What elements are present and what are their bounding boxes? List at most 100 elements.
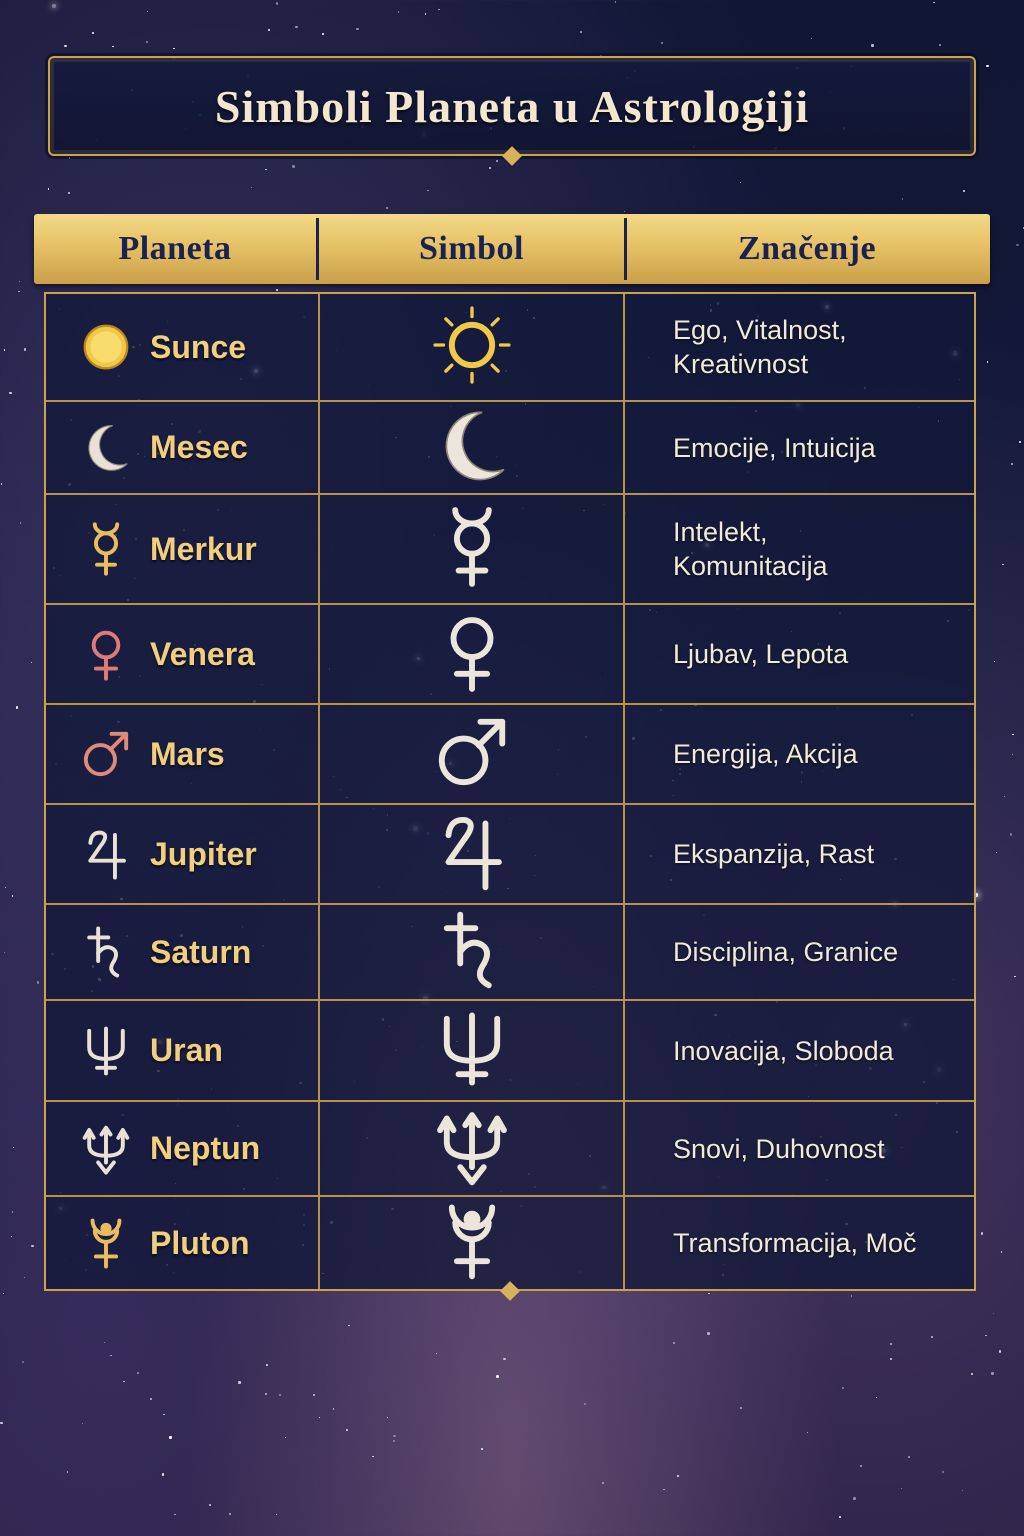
star [1011,753,1014,756]
planet-name: Neptun [150,1130,261,1166]
star [889,1357,893,1360]
star [15,706,19,709]
meaning-text: Energija, Akcija [673,737,858,771]
table-row: Pluton Transformacija, Moč [46,1195,974,1289]
star [345,1428,348,1431]
star [228,1512,231,1515]
table-row: Merkur Intelekt, Komunitacija [46,493,974,603]
jupiter-icon [430,810,514,898]
meaning-cell: Emocije, Intuicija [625,402,974,493]
star [1018,440,1021,443]
planet-cell: Venera [46,605,320,703]
star [985,1334,987,1336]
meaning-cell: Inovacija, Sloboda [625,1001,974,1100]
star [1004,795,1006,797]
sun-icon [430,303,514,391]
symbol-cell [320,402,625,493]
star [319,1417,321,1419]
star [397,11,400,13]
planet-cell: Merkur [46,495,320,603]
neptune-icon [76,1119,136,1179]
star [871,44,874,47]
star [18,290,21,293]
star [295,26,298,29]
star [1012,734,1014,736]
planet-name: Uran [150,1032,223,1068]
meaning-cell: Disciplina, Granice [625,905,974,999]
star [707,1332,710,1335]
star [265,1393,267,1395]
star [3,951,6,954]
star [1010,833,1013,836]
meaning-text: Inovacija, Sloboda [673,1034,894,1068]
meaning-text: Disciplina, Granice [673,935,898,969]
star [91,31,95,35]
symbol-cell [320,605,625,703]
meaning-text: Ekspanzija, Rast [673,837,874,871]
symbol-cell [320,1197,625,1289]
pluto-icon [430,1199,514,1287]
planet-cell: Mesec [46,402,320,493]
meaning-cell: Intelekt, Komunitacija [625,495,974,603]
table-row: Sunce Ego, Vitalnost, Kreativnost [46,294,974,400]
star [986,361,988,363]
planet-cell: Saturn [46,905,320,999]
star [393,1439,396,1442]
star [850,1295,853,1297]
star [424,12,427,15]
sun-icon [76,317,136,377]
star [941,1470,944,1473]
star [238,1381,241,1384]
venus-icon [76,624,136,684]
star [265,168,268,171]
header-znacenje: Značenje [737,230,877,267]
star [169,1436,172,1439]
star [1002,564,1004,566]
star [986,65,989,68]
star [145,40,148,43]
planet-cell: Mars [46,705,320,803]
symbol-cell [320,705,625,803]
uranus-icon [76,1021,136,1081]
meaning-line: Kreativnost [673,349,809,379]
star [66,1471,68,1473]
star [161,1473,165,1476]
pluto-icon [76,1213,136,1273]
star [47,188,50,190]
star [1000,1251,1003,1253]
star [673,1342,675,1345]
table-row: Uran Inovacija, Sloboda [46,999,974,1100]
planet-cell: Sunce [46,294,320,400]
meaning-cell: Transformacija, Moč [625,1197,974,1289]
meaning-text: Ljubav, Lepota [673,637,848,671]
star [386,1416,389,1419]
star [806,1431,809,1433]
star [20,522,22,524]
star [852,1497,856,1500]
star [438,8,440,11]
star [993,660,995,662]
mars-icon [76,724,136,784]
meaning-line: Ljubav, Lepota [673,639,849,669]
star [580,31,583,34]
star [37,981,40,984]
title-banner: Simboli Planeta u Astrologiji [48,56,976,156]
star [583,1403,586,1406]
star [111,45,114,48]
symbol-cell [320,1102,625,1195]
star [146,10,149,13]
meaning-line: Ekspanzija, Rast [673,839,875,869]
star [810,37,812,39]
meaning-line: Energija, Akcija [673,739,858,769]
planet-name: Saturn [150,933,252,970]
star [123,1380,125,1383]
symbol-cell [320,1001,625,1100]
symbol-cell [320,495,625,603]
meaning-text: Emocije, Intuicija [673,431,876,465]
star [265,1363,269,1366]
star [992,1312,994,1314]
star [11,1211,14,1213]
table-row: Neptun Snovi, Duhovnost [46,1100,974,1195]
star [860,1465,863,1468]
star [677,1474,680,1477]
